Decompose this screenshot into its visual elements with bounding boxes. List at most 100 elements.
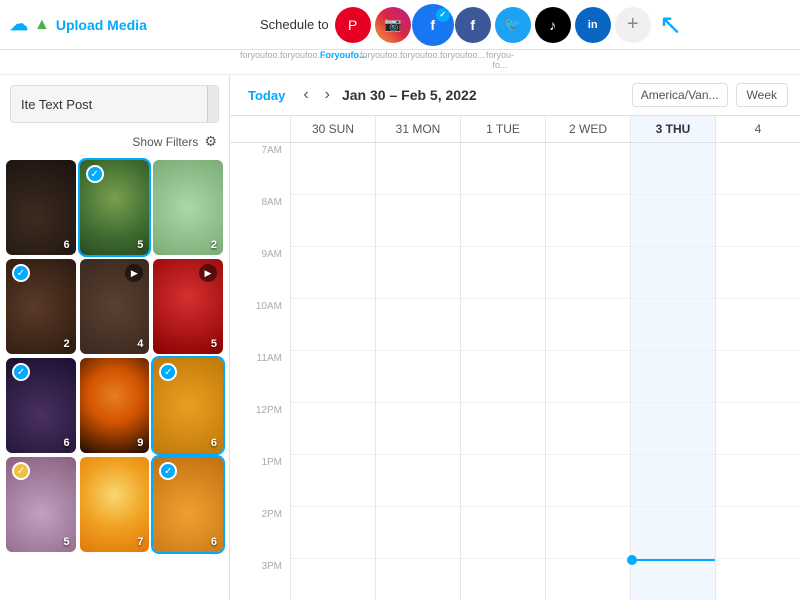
time-slot[interactable] <box>546 507 630 559</box>
create-post-drag-button[interactable]: ⊕ <box>207 86 219 122</box>
twitter-icon: 🐦 <box>504 16 521 33</box>
time-gutter <box>230 116 290 142</box>
media-item[interactable]: ✓ 2 <box>6 259 76 354</box>
time-slot[interactable] <box>291 507 375 559</box>
time-slot[interactable] <box>716 455 800 507</box>
time-slot[interactable] <box>291 299 375 351</box>
time-slot[interactable] <box>461 351 545 403</box>
time-slot[interactable] <box>546 559 630 600</box>
time-slot[interactable] <box>631 143 715 195</box>
time-slot[interactable] <box>716 403 800 455</box>
calendar-col-mon[interactable] <box>375 143 460 600</box>
time-slot[interactable] <box>546 299 630 351</box>
time-slot[interactable] <box>291 351 375 403</box>
calendar-col-thu[interactable] <box>630 143 715 600</box>
time-slot[interactable] <box>461 143 545 195</box>
time-slot[interactable] <box>291 455 375 507</box>
media-item[interactable]: ✓ 6 <box>153 457 223 552</box>
time-slot[interactable] <box>716 299 800 351</box>
time-slot[interactable] <box>376 143 460 195</box>
time-slot[interactable] <box>376 455 460 507</box>
social-icon-facebook[interactable]: f ✓ <box>415 7 451 43</box>
time-slot[interactable] <box>461 195 545 247</box>
time-slot[interactable] <box>546 351 630 403</box>
social-icon-pinterest[interactable]: P <box>335 7 371 43</box>
time-slot[interactable] <box>716 351 800 403</box>
tiktok-icon: ♪ <box>549 17 556 33</box>
day-header-thu: 3 THU <box>630 116 715 142</box>
calendar-col-sun[interactable] <box>290 143 375 600</box>
add-social-button[interactable]: + <box>615 7 651 43</box>
time-slot[interactable] <box>546 143 630 195</box>
media-item[interactable]: ▶ 5 <box>153 259 223 354</box>
time-slot[interactable] <box>716 507 800 559</box>
time-slot[interactable] <box>546 403 630 455</box>
media-item[interactable]: ▶ 4 <box>80 259 150 354</box>
time-slot[interactable] <box>376 351 460 403</box>
time-slot[interactable] <box>376 247 460 299</box>
calendar-col-tue[interactable] <box>460 143 545 600</box>
time-slot[interactable] <box>291 403 375 455</box>
timezone-button[interactable]: America/Van... <box>632 83 728 107</box>
time-slot[interactable] <box>291 143 375 195</box>
upload-media-button[interactable]: ☁ ▲ Upload Media <box>10 10 147 39</box>
time-slot[interactable] <box>716 143 800 195</box>
media-item[interactable]: ✓ 6 <box>153 358 223 453</box>
social-icon-instagram[interactable]: 📷 <box>375 7 411 43</box>
time-slot[interactable] <box>461 299 545 351</box>
create-post-input[interactable] <box>11 89 207 120</box>
social-icon-facebook2[interactable]: f <box>455 7 491 43</box>
media-count: 5 <box>211 338 217 350</box>
media-item[interactable]: 6 <box>6 160 76 255</box>
calendar-col-fri[interactable] <box>715 143 800 600</box>
media-item[interactable]: ✓ 5 <box>6 457 76 552</box>
time-slot[interactable] <box>546 455 630 507</box>
show-filters-button[interactable]: Show Filters <box>132 135 198 149</box>
calendar-col-wed[interactable] <box>545 143 630 600</box>
time-slot[interactable] <box>461 455 545 507</box>
time-slot[interactable] <box>291 247 375 299</box>
media-row: ✓ 6 9 ✓ 6 <box>6 358 223 453</box>
media-item[interactable]: ✓ 5 <box>80 160 150 255</box>
prev-week-button[interactable]: ‹ <box>299 84 312 106</box>
account-label-facebook: Foryoufo... <box>320 50 356 70</box>
media-item[interactable]: 7 <box>80 457 150 552</box>
create-post-bar: ⊕ <box>10 85 219 123</box>
filter-icon[interactable]: ⚙ <box>204 133 217 150</box>
time-slot[interactable] <box>291 559 375 600</box>
time-slot[interactable] <box>716 195 800 247</box>
time-slot[interactable] <box>631 351 715 403</box>
week-view-button[interactable]: Week <box>736 83 788 107</box>
time-slot[interactable] <box>631 455 715 507</box>
time-slot[interactable] <box>716 559 800 600</box>
time-slot[interactable] <box>376 403 460 455</box>
time-slot[interactable] <box>376 299 460 351</box>
time-slot[interactable] <box>631 559 715 600</box>
social-icon-linkedin[interactable]: in <box>575 7 611 43</box>
time-slot[interactable] <box>461 507 545 559</box>
social-icon-twitter[interactable]: 🐦 <box>495 7 531 43</box>
media-item[interactable]: 2 <box>153 160 223 255</box>
time-slot[interactable] <box>631 195 715 247</box>
account-label-tiktok: foryoufoo... <box>440 50 476 70</box>
time-slot[interactable] <box>376 507 460 559</box>
time-slot[interactable] <box>461 247 545 299</box>
time-slot[interactable] <box>631 507 715 559</box>
today-button[interactable]: Today <box>242 84 291 107</box>
media-item[interactable]: ✓ 6 <box>6 358 76 453</box>
media-item[interactable]: 9 <box>80 358 150 453</box>
time-slot[interactable] <box>631 403 715 455</box>
time-slot[interactable] <box>716 247 800 299</box>
time-slot[interactable] <box>291 195 375 247</box>
time-slot[interactable] <box>631 247 715 299</box>
time-slot[interactable] <box>546 195 630 247</box>
time-slot[interactable] <box>376 195 460 247</box>
time-slot[interactable] <box>461 403 545 455</box>
time-slot[interactable] <box>461 559 545 600</box>
time-slot[interactable] <box>376 559 460 600</box>
time-slot[interactable] <box>631 299 715 351</box>
next-week-button[interactable]: › <box>321 84 334 106</box>
time-slot[interactable] <box>546 247 630 299</box>
day-header-sun: 30 SUN <box>290 116 375 142</box>
social-icon-tiktok[interactable]: ♪ <box>535 7 571 43</box>
